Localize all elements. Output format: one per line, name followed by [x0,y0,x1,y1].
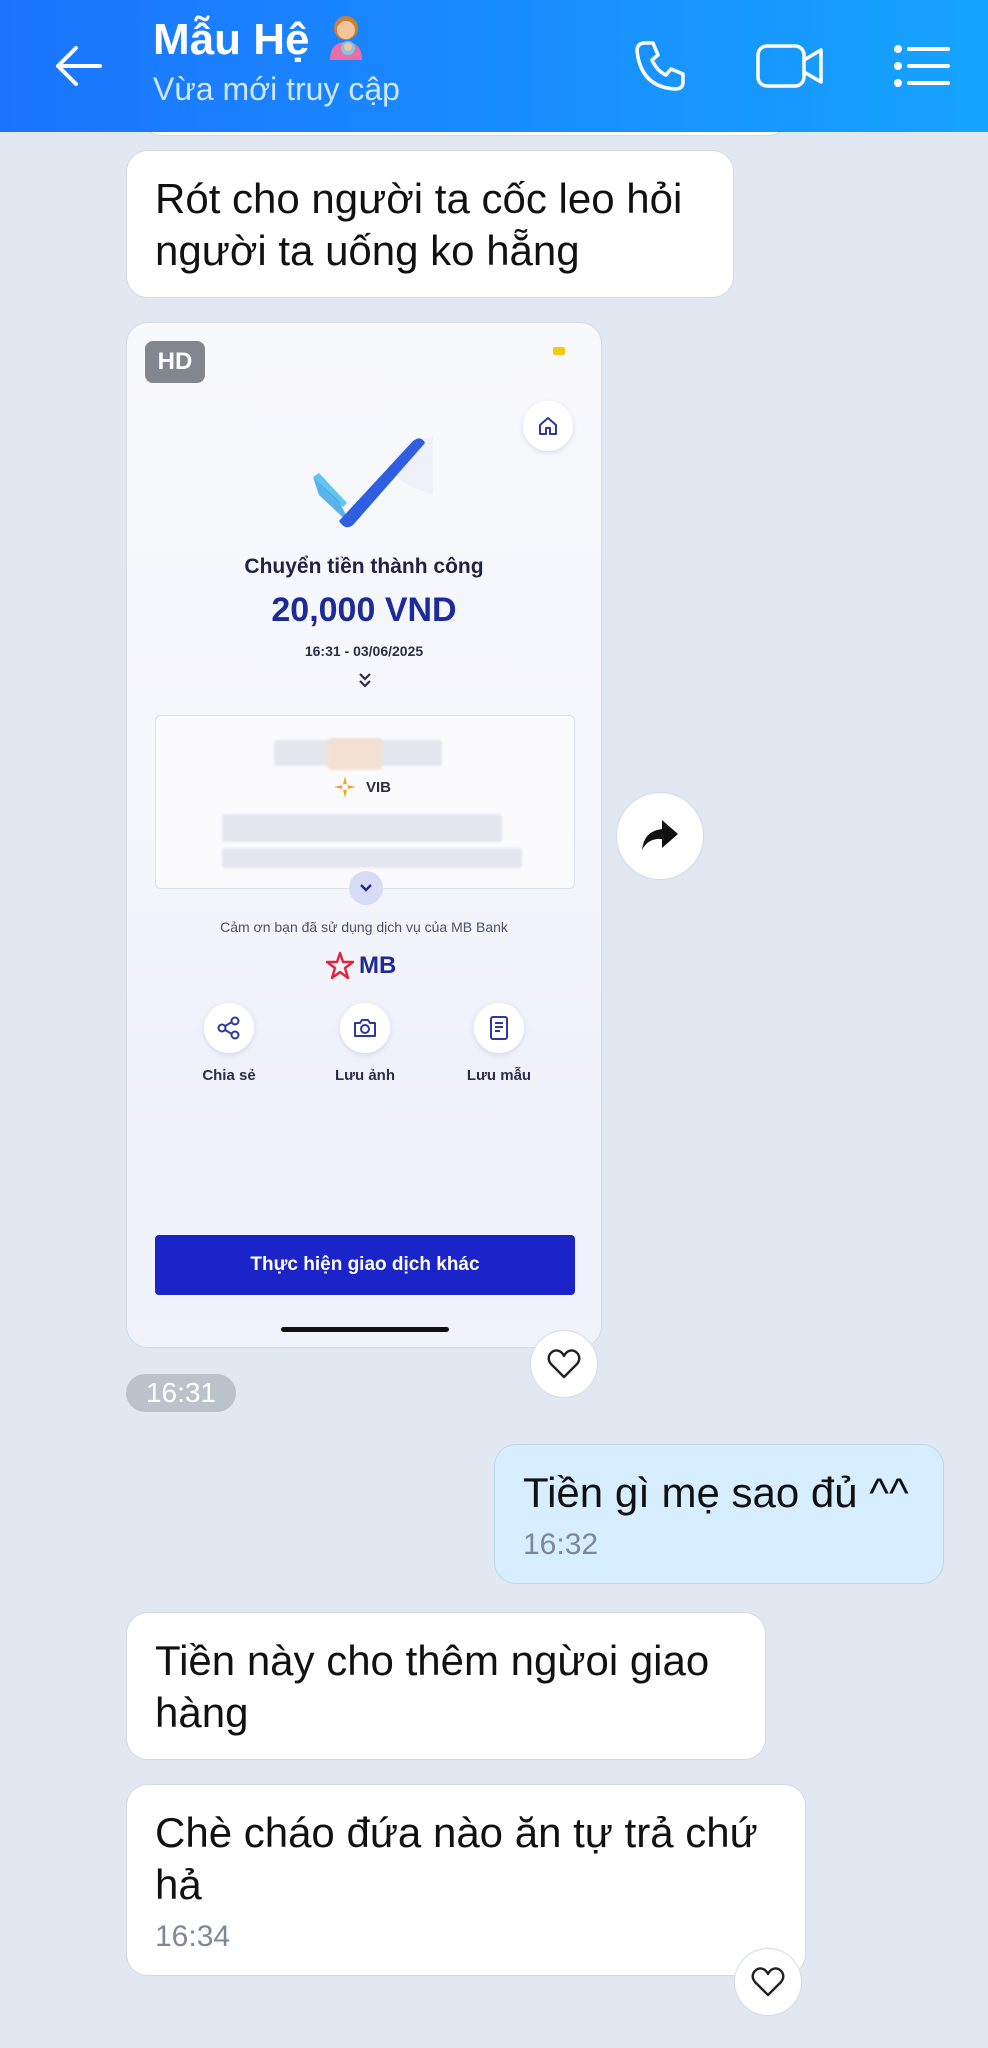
message-bubble-incoming[interactable]: Chè cháo đứa nào ăn tự trả chứ hả 16:34 [126,1784,806,1976]
redacted-area [222,814,502,842]
double-chevron-down-icon [353,671,377,696]
message-text: Rót cho người ta cốc leo hỏi người ta uố… [155,175,683,274]
chat-header: Mẫu Hệ Vừa mới truy cập [0,0,988,132]
share-action: Chia sẻ [179,1003,279,1084]
contact-status: Vừa mới truy cập [153,71,400,107]
message-bubble-incoming[interactable]: Rót cho người ta cốc leo hỏi người ta uố… [126,150,734,298]
document-icon [474,1003,524,1053]
home-indicator [281,1327,449,1332]
message-bubble-outgoing[interactable]: Tiền gì mẹ sao đủ ^^ 16:32 [494,1444,944,1584]
success-check-icon [303,425,513,540]
heart-react-button[interactable] [530,1330,598,1398]
phone-icon[interactable] [624,30,696,102]
redacted-area [222,848,522,868]
save-image-action: Lưu ảnh [315,1003,415,1084]
action-label: Lưu mẫu [466,1067,532,1084]
new-transaction-button: Thực hiện giao dịch khác [155,1235,575,1295]
vib-logo-icon [334,776,356,798]
message-text: Tiền này cho thêm ngừoi giao hàng [155,1637,710,1736]
message-time: 16:34 [155,1920,231,1953]
save-template-action: Lưu mẫu [449,1003,549,1084]
video-call-icon[interactable] [754,30,826,102]
share-nodes-icon [204,1003,254,1053]
back-arrow-icon[interactable] [40,28,116,104]
menu-list-icon[interactable] [886,30,958,102]
receipt-datetime: 16:31 - 03/06/2025 [304,643,424,659]
message-time: 16:32 [523,1528,599,1561]
forward-share-button[interactable] [616,792,704,880]
time-separator: 16:31 [126,1374,236,1412]
bank-name: VIB [366,778,392,796]
action-label: Chia sẻ [202,1067,256,1084]
recipient-info-box: VIB [155,715,575,889]
mb-bank-logo: MB [325,951,396,981]
mb-star-icon [325,951,355,980]
home-icon [523,401,573,451]
receipt-thanks: Cảm ơn bạn đã sử dụng dịch vụ của MB Ban… [220,919,508,935]
message-text: Chè cháo đứa nào ăn tự trả chứ hả [155,1809,758,1908]
message-text: Tiền gì mẹ sao đủ ^^ [523,1469,909,1516]
message-bubble-incoming[interactable]: Tiền này cho thêm ngừoi giao hàng [126,1612,766,1760]
contact-title[interactable]: Mẫu Hệ Vừa mới truy cập [153,14,400,108]
heart-icon [547,1349,581,1379]
heart-react-button[interactable] [734,1948,802,2016]
bank-row: VIB [332,774,391,800]
receipt-title: Chuyển tiền thành công [244,555,484,578]
status-indicator [553,347,565,355]
forward-arrow-icon [642,820,678,850]
heart-icon [751,1967,785,1997]
receipt-amount: 20,000 VND [271,591,457,629]
hd-badge: HD [145,341,205,383]
camera-icon [340,1003,390,1053]
chevron-down-icon [349,871,383,905]
redacted-area [328,738,382,770]
brand-text: MB [359,952,397,979]
image-message-receipt[interactable]: HD Chuyển tiền thành công 20,000 VND 16:… [126,322,602,1348]
action-label: Lưu ảnh [334,1067,396,1084]
contact-name[interactable]: Mẫu Hệ [153,15,309,65]
mother-baby-emoji-icon [324,14,368,65]
